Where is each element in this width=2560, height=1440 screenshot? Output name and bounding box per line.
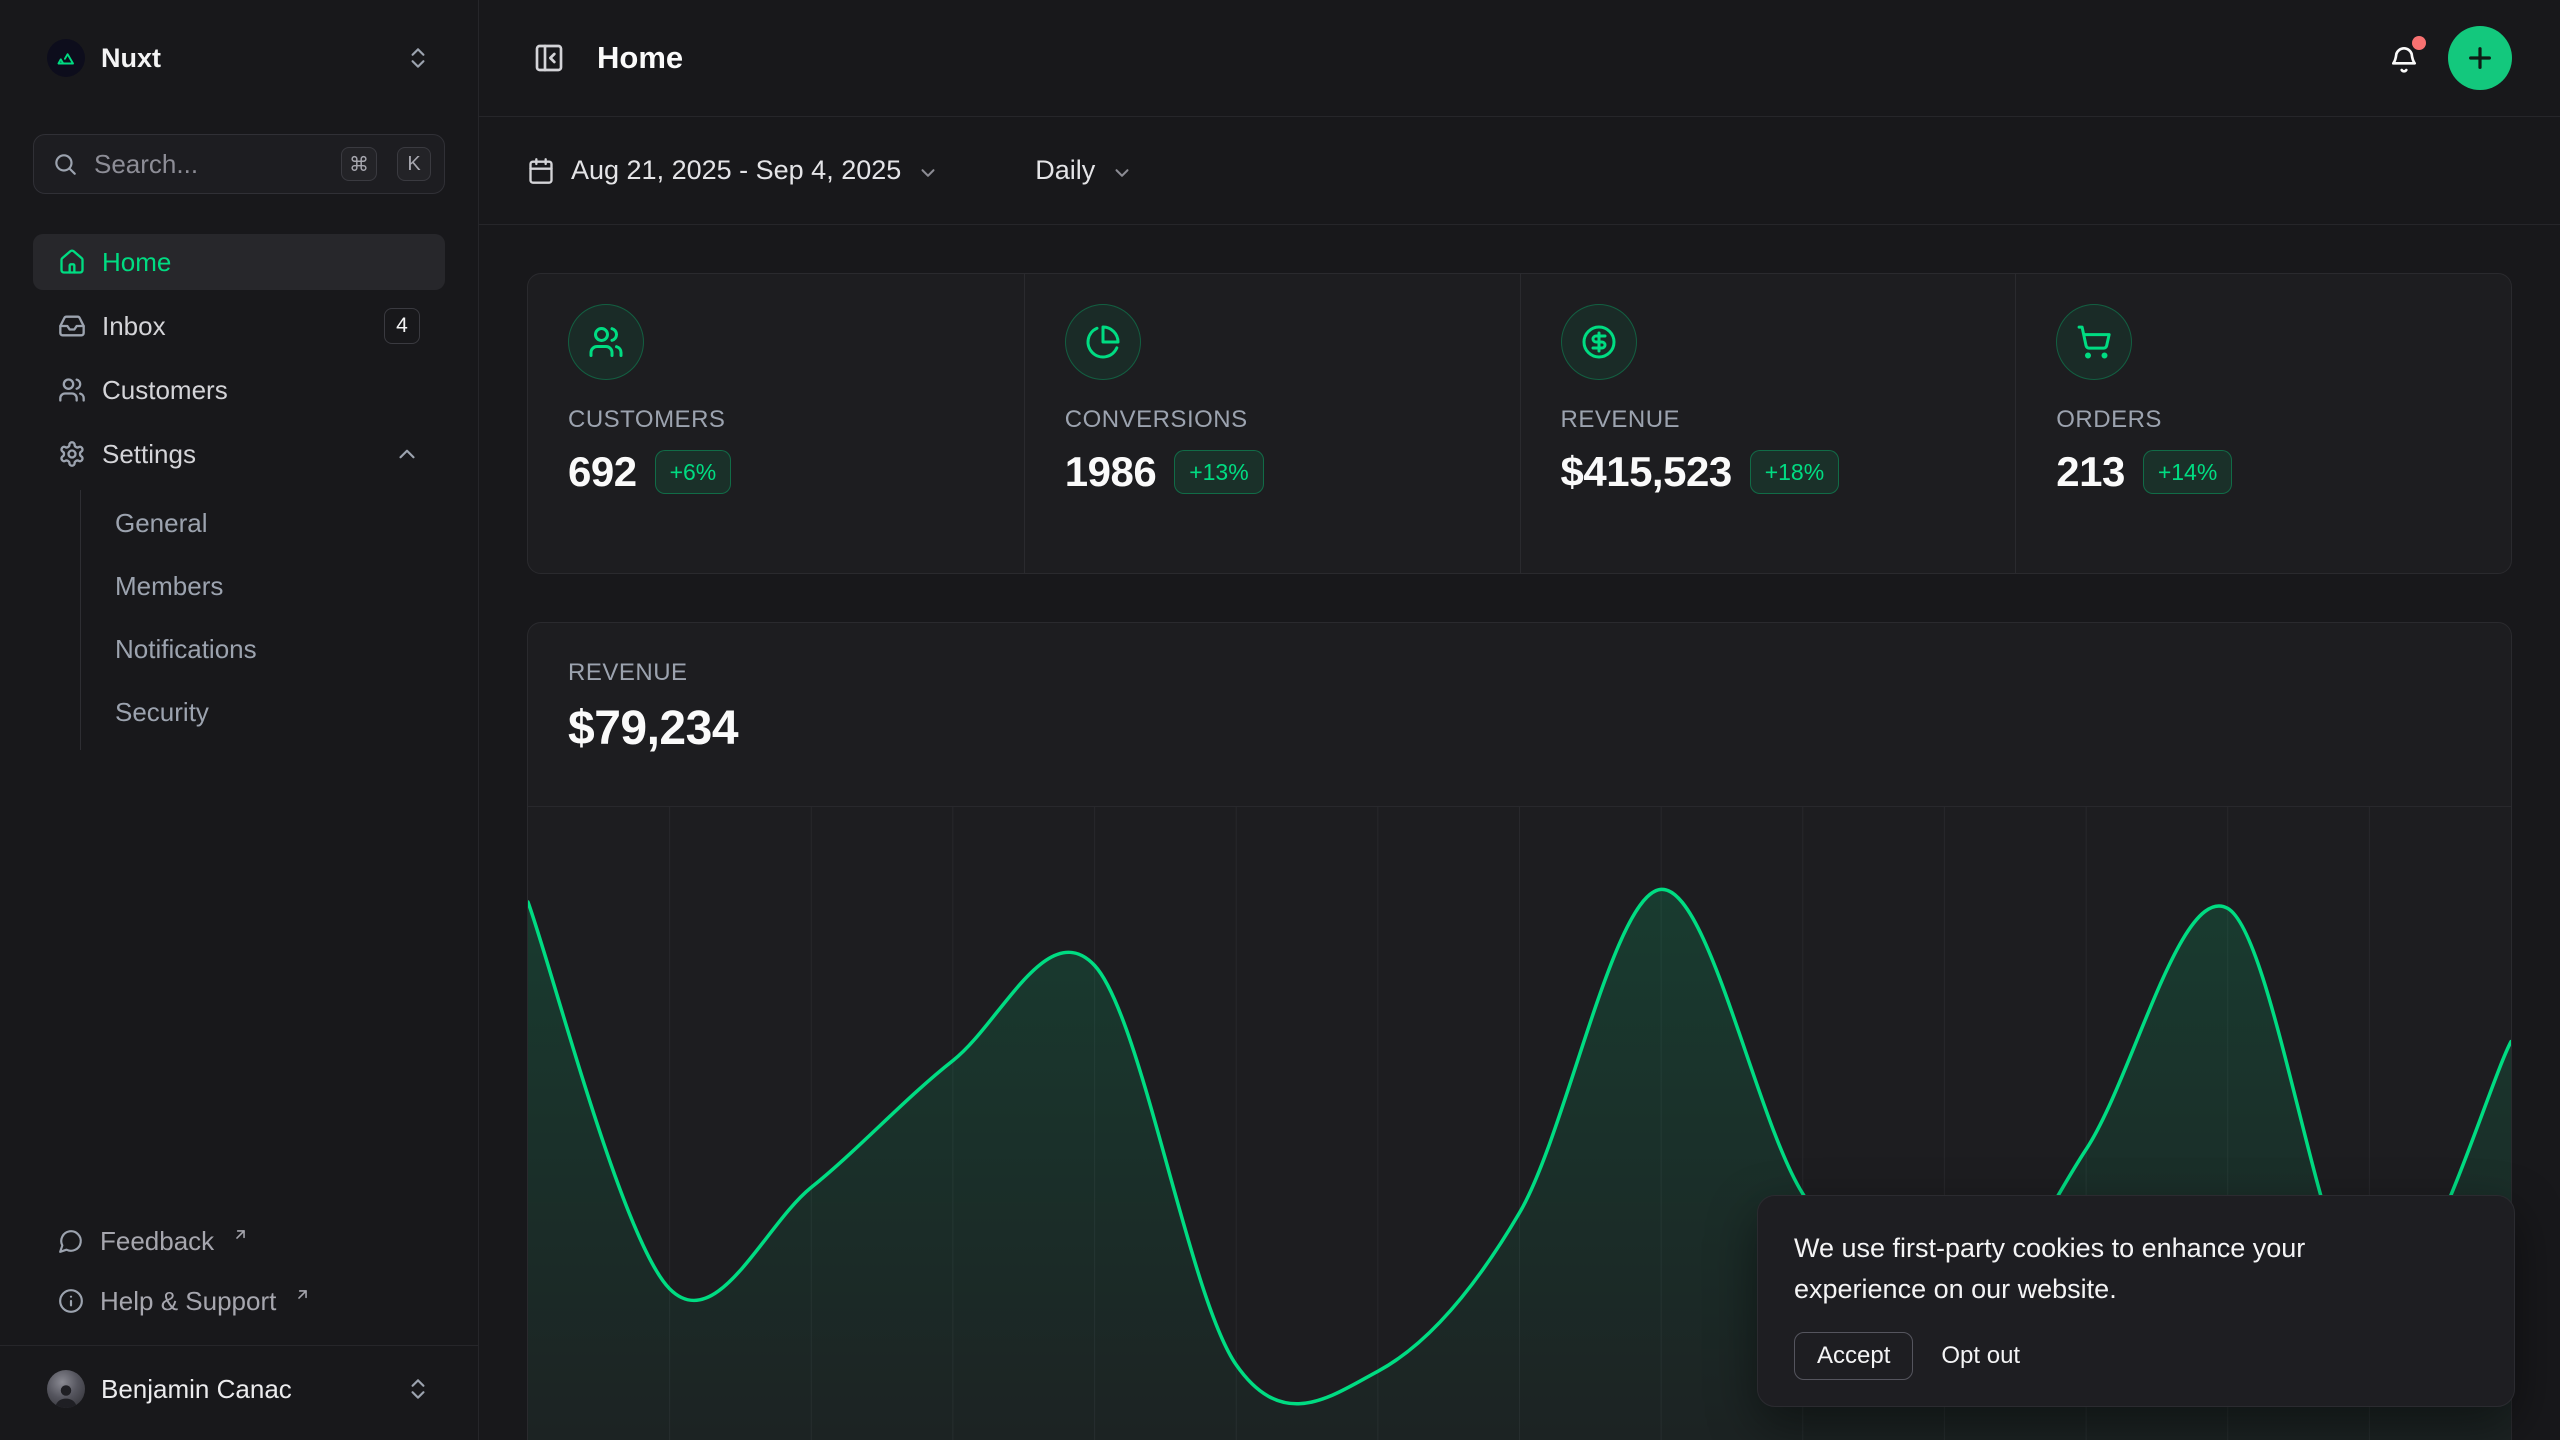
stat-value: $415,523 [1561, 448, 1732, 496]
date-range-label: Aug 21, 2025 - Sep 4, 2025 [571, 155, 901, 186]
topbar: Home [479, 0, 2560, 117]
date-range-picker[interactable]: Aug 21, 2025 - Sep 4, 2025 [527, 155, 939, 186]
feedback-label: Feedback [100, 1226, 214, 1257]
revenue-chart-value: $79,234 [568, 701, 2471, 756]
stat-delta-badge: +18% [1750, 450, 1839, 494]
sidebar-item-settings[interactable]: Settings [33, 426, 445, 482]
revenue-chart-label: REVENUE [568, 659, 2471, 687]
users-icon [568, 304, 644, 380]
opt-out-button[interactable]: Opt out [1941, 1342, 2020, 1370]
search-placeholder: Search... [94, 149, 321, 180]
notification-dot [2412, 36, 2426, 50]
user-name: Benjamin Canac [101, 1374, 292, 1405]
stat-label: REVENUE [1561, 406, 1976, 434]
notifications-button[interactable] [2382, 36, 2426, 80]
sidebar-item-inbox[interactable]: Inbox 4 [33, 298, 445, 354]
gear-icon [58, 440, 86, 468]
kbd-k: K [397, 147, 431, 181]
topbar-actions [2382, 26, 2512, 90]
granularity-label: Daily [1035, 155, 1095, 186]
cookie-banner: We use first-party cookies to enhance yo… [1757, 1195, 2515, 1407]
avatar [47, 1370, 85, 1408]
kbd-cmd: ⌘ [341, 147, 377, 181]
stat-conversions: CONVERSIONS 1986 +13% [1024, 274, 1520, 573]
chevron-up-icon [394, 441, 420, 467]
sidebar-item-label: Home [102, 247, 171, 278]
sidebar-item-label: Settings [102, 439, 196, 470]
inbox-count-badge: 4 [384, 308, 420, 344]
info-circle-icon [58, 1288, 84, 1314]
chevrons-up-down-icon [405, 1376, 431, 1402]
help-support-link[interactable]: Help & Support [33, 1271, 445, 1331]
stats-card: CUSTOMERS 692 +6% CONVERSIONS 1986 +13% [527, 273, 2512, 574]
shopping-cart-icon [2056, 304, 2132, 380]
circle-dollar-icon [1561, 304, 1637, 380]
search-input[interactable]: Search... ⌘ K [33, 134, 445, 194]
stat-label: CUSTOMERS [568, 406, 984, 434]
sidebar-item-customers[interactable]: Customers [33, 362, 445, 418]
sidebar-collapse-button[interactable] [527, 36, 571, 80]
accept-button[interactable]: Accept [1794, 1332, 1913, 1380]
stat-value: 213 [2056, 448, 2125, 496]
stat-value: 692 [568, 448, 637, 496]
sidebar: Nuxt Search... ⌘ K Home [0, 0, 479, 1440]
message-circle-icon [58, 1228, 84, 1254]
sidebar-nav: Home Inbox 4 Customers Settings [33, 234, 445, 750]
cookie-message: We use first-party cookies to enhance yo… [1794, 1228, 2414, 1310]
help-support-label: Help & Support [100, 1286, 276, 1317]
sidebar-item-label: Customers [102, 375, 228, 406]
sidebar-divider [0, 1345, 478, 1346]
settings-subnav: General Members Notifications Security [80, 490, 445, 750]
calendar-icon [527, 157, 555, 185]
sidebar-subitem-notifications[interactable]: Notifications [81, 618, 445, 681]
nuxt-logo [47, 39, 85, 77]
chevron-down-icon [917, 162, 939, 184]
sidebar-item-home[interactable]: Home [33, 234, 445, 290]
stat-revenue: REVENUE $415,523 +18% [1520, 274, 2016, 573]
external-link-icon [232, 1226, 249, 1243]
feedback-link[interactable]: Feedback [33, 1211, 445, 1271]
granularity-select[interactable]: Daily [1035, 155, 1133, 186]
page-title: Home [597, 40, 683, 76]
sidebar-subitem-general[interactable]: General [81, 492, 445, 555]
user-menu[interactable]: Benjamin Canac [33, 1356, 445, 1422]
sidebar-subitem-security[interactable]: Security [81, 681, 445, 744]
stat-delta-badge: +13% [1174, 450, 1263, 494]
revenue-chart-header: REVENUE $79,234 [528, 623, 2511, 806]
stat-customers: CUSTOMERS 692 +6% [528, 274, 1024, 573]
home-icon [58, 248, 86, 276]
filters-toolbar: Aug 21, 2025 - Sep 4, 2025 Daily [479, 117, 2560, 225]
users-icon [58, 376, 86, 404]
stat-value: 1986 [1065, 448, 1156, 496]
plus-icon [2464, 42, 2496, 74]
search-icon [52, 151, 78, 177]
stat-label: ORDERS [2056, 406, 2471, 434]
stat-delta-badge: +14% [2143, 450, 2232, 494]
add-button[interactable] [2448, 26, 2512, 90]
stat-orders: ORDERS 213 +14% [2015, 274, 2511, 573]
pie-chart-icon [1065, 304, 1141, 380]
cookie-actions: Accept Opt out [1794, 1332, 2478, 1380]
sidebar-subitem-members[interactable]: Members [81, 555, 445, 618]
sidebar-item-label: Inbox [102, 311, 166, 342]
workspace-name: Nuxt [101, 43, 161, 74]
chevron-down-icon [1111, 162, 1133, 184]
sidebar-footer: Feedback Help & Support Benjami [33, 1211, 445, 1422]
stat-label: CONVERSIONS [1065, 406, 1480, 434]
workspace-switcher[interactable]: Nuxt [33, 28, 445, 88]
panel-left-close-icon [533, 42, 565, 74]
stat-delta-badge: +6% [655, 450, 732, 494]
chevrons-up-down-icon [405, 45, 431, 71]
external-link-icon [294, 1286, 311, 1303]
inbox-icon [58, 312, 86, 340]
